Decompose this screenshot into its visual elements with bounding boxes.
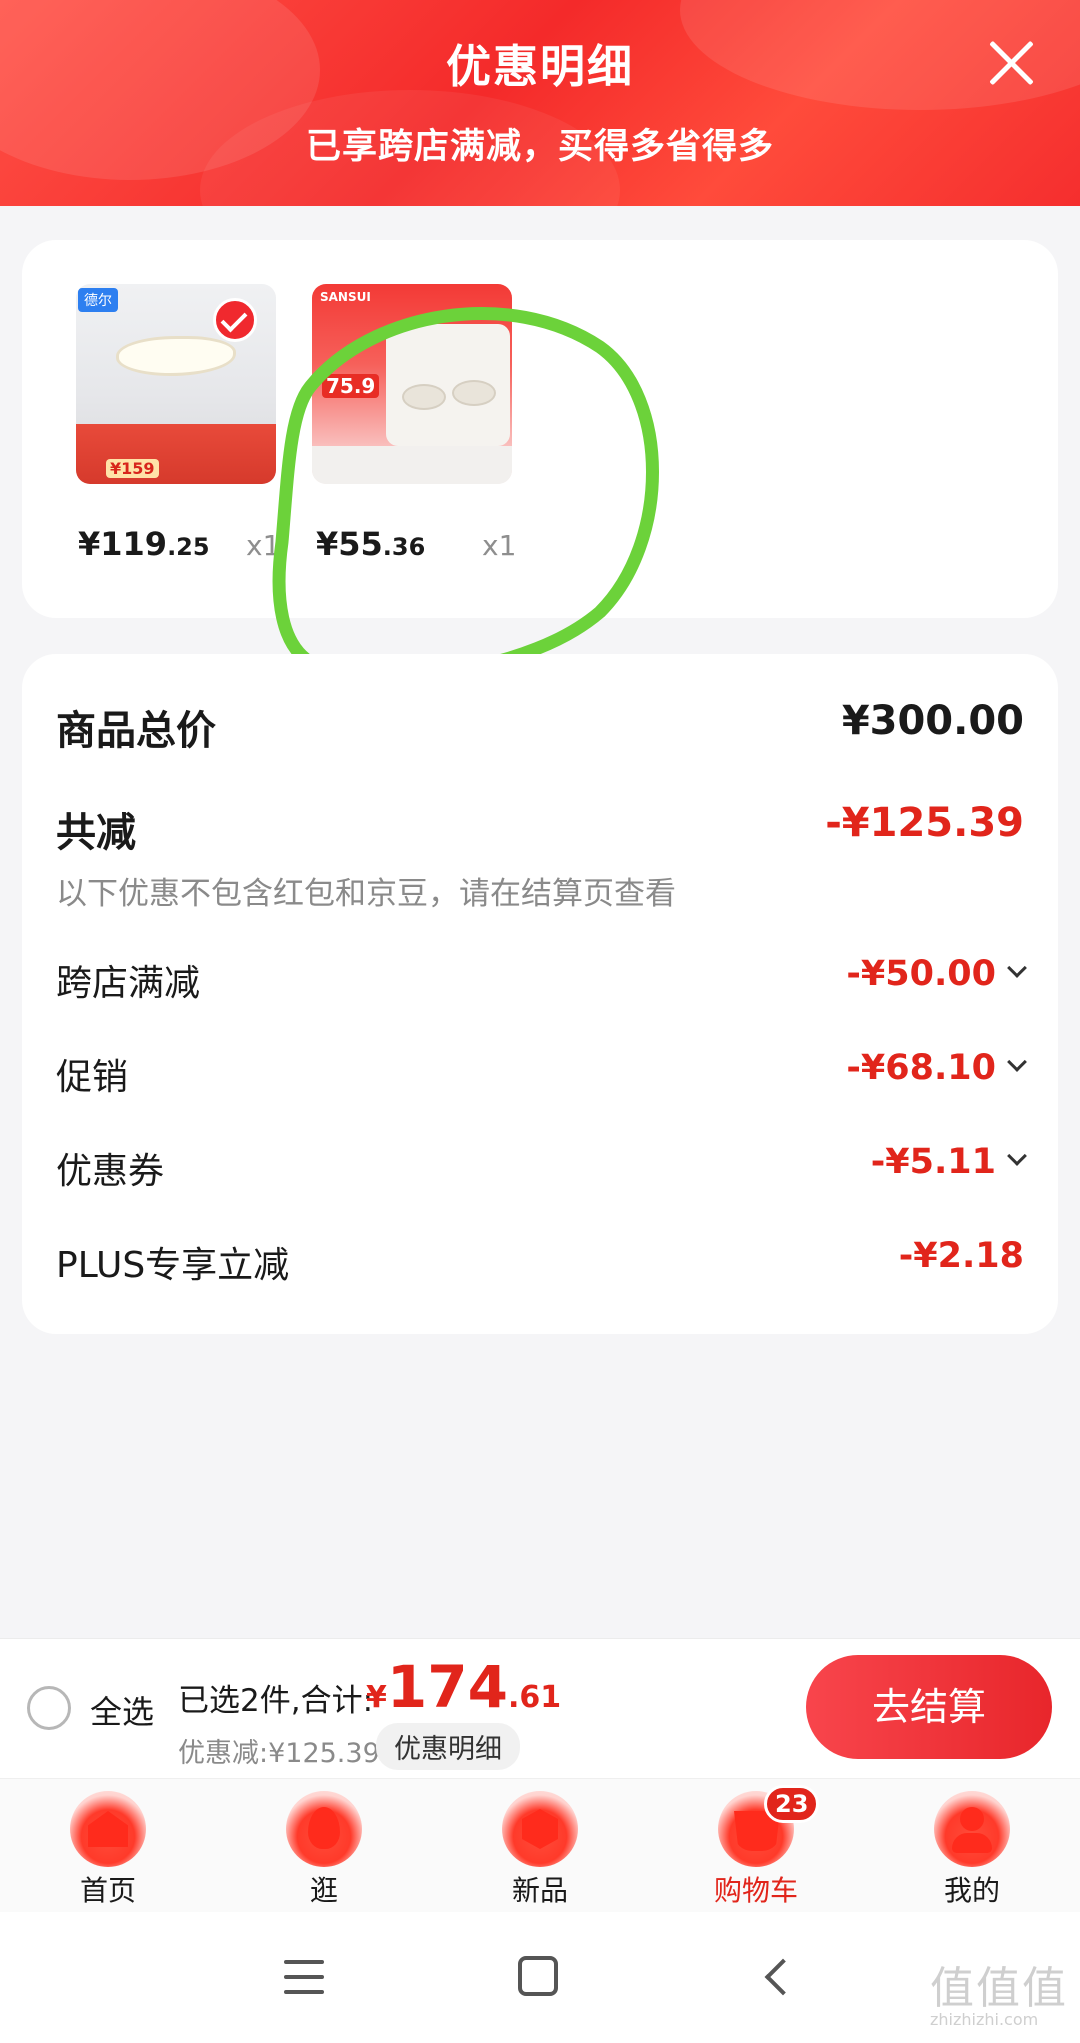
cart-icon: 23	[718, 1785, 820, 1867]
product-image[interactable]: 德尔 ¥159	[76, 284, 276, 484]
total-price-row: 商品总价 ¥300.00	[56, 698, 1024, 754]
earbud-shape	[452, 380, 496, 406]
chevron-down-icon[interactable]	[1007, 1146, 1027, 1166]
home-square-icon[interactable]	[518, 1956, 558, 1996]
person-icon	[934, 1791, 1010, 1867]
product-item[interactable]: SANSUI 75.9	[312, 284, 512, 484]
discount-label: 跨店满减	[56, 963, 201, 1004]
total-price-value: ¥300.00	[841, 698, 1024, 744]
discount-value[interactable]: -¥68.10	[846, 1048, 1027, 1088]
total-price-label: 商品总价	[56, 708, 216, 754]
brand-label: SANSUI	[320, 290, 371, 304]
checkout-button[interactable]: 去结算	[806, 1655, 1052, 1759]
menu-icon[interactable]	[284, 1960, 324, 1994]
page-subtitle: 已享跨店满减，买得多省得多	[305, 127, 774, 167]
discount-summary: 优惠减:¥125.39	[178, 1738, 380, 1769]
product-item[interactable]: 德尔 ¥159	[76, 284, 276, 484]
reduction-note-row: 以下优惠不包含红包和京豆，请在结算页查看	[56, 868, 1024, 912]
discount-label: 优惠券	[56, 1151, 165, 1192]
cube-icon	[502, 1791, 578, 1867]
product-price: ¥119.25	[78, 525, 210, 563]
tab-label: 首页	[79, 1874, 136, 1907]
select-all-label[interactable]: 全选	[90, 1687, 154, 1733]
discount-detail-button[interactable]: 优惠明细	[376, 1723, 520, 1770]
cart-count-badge: 23	[764, 1785, 820, 1823]
tab-profile[interactable]: 我的	[902, 1791, 1042, 1909]
product-quantity: x1	[246, 529, 281, 562]
chevron-down-icon[interactable]	[1007, 1052, 1027, 1072]
discount-row[interactable]: 优惠券 -¥5.11	[56, 1142, 1027, 1192]
discount-value: -¥2.18	[898, 1236, 1024, 1276]
header: 优惠明细 已享跨店满减，买得多省得多	[0, 0, 1080, 206]
reduction-note: 以下优惠不包含红包和京豆，请在结算页查看	[56, 876, 676, 912]
discount-value[interactable]: -¥50.00	[846, 954, 1027, 994]
tab-label: 我的	[943, 1874, 1000, 1907]
reduction-value: -¥125.39	[825, 800, 1024, 846]
checkout-bar: 全选 已选2件,合计: ¥174.61 优惠减:¥125.39 优惠明细 去结算	[0, 1638, 1080, 1778]
total-reduction-row: 共减 -¥125.39	[56, 800, 1024, 856]
product-image[interactable]: SANSUI 75.9	[312, 284, 512, 484]
bottom-tab-bar: 首页 逛 新品 23 购物车 我的	[0, 1778, 1080, 1912]
product-quantity: x1	[482, 529, 517, 562]
price-summary-card: 商品总价 ¥300.00 共减 -¥125.39 以下优惠不包含红包和京豆，请在…	[22, 654, 1058, 1334]
back-icon[interactable]	[764, 1958, 802, 1996]
image-price-tag: 75.9	[322, 374, 380, 398]
select-all-radio[interactable]	[27, 1686, 71, 1730]
tab-label: 购物车	[713, 1874, 798, 1907]
product-price: ¥55.36	[316, 525, 426, 563]
discount-row: PLUS专享立减 -¥2.18	[56, 1236, 1024, 1286]
close-icon[interactable]	[986, 38, 1036, 88]
watermark-url: zhizhizhi.com	[930, 2010, 1039, 2029]
selected-count: 已选2件,合计:	[178, 1683, 374, 1719]
reduction-label: 共减	[56, 810, 136, 856]
tab-label: 逛	[309, 1874, 338, 1907]
selected-products-card: 德尔 ¥159 ¥119.25 x1 SANSUI 75.9 ¥55.36 x1	[22, 240, 1058, 618]
home-icon	[70, 1791, 146, 1867]
checked-icon[interactable]	[213, 298, 257, 342]
discount-row[interactable]: 促销 -¥68.10	[56, 1048, 1027, 1098]
system-nav-bar: 值值值 zhizhizhi.com	[0, 1912, 1080, 2043]
image-price-tag: ¥159	[106, 459, 159, 478]
discount-label: 促销	[56, 1057, 129, 1098]
earbud-shape	[402, 384, 446, 410]
total-amount: ¥174.61	[366, 1653, 562, 1721]
chevron-down-icon[interactable]	[1007, 958, 1027, 978]
flame-icon	[286, 1791, 362, 1867]
watermark: 值值值	[930, 1963, 1068, 2014]
tab-browse[interactable]: 逛	[254, 1791, 394, 1909]
page-title: 优惠明细	[445, 40, 634, 93]
ceiling-lamp-shape	[116, 336, 236, 376]
tab-label: 新品	[511, 1874, 568, 1907]
tab-cart[interactable]: 23 购物车	[686, 1785, 826, 1909]
brand-tag: 德尔	[78, 288, 118, 312]
discount-row[interactable]: 跨店满减 -¥50.00	[56, 954, 1027, 1004]
tab-new[interactable]: 新品	[470, 1791, 610, 1909]
discount-label: PLUS专享立减	[56, 1245, 290, 1286]
discount-value[interactable]: -¥5.11	[871, 1142, 1027, 1182]
tab-home[interactable]: 首页	[38, 1791, 178, 1909]
promo-strip	[312, 446, 512, 484]
